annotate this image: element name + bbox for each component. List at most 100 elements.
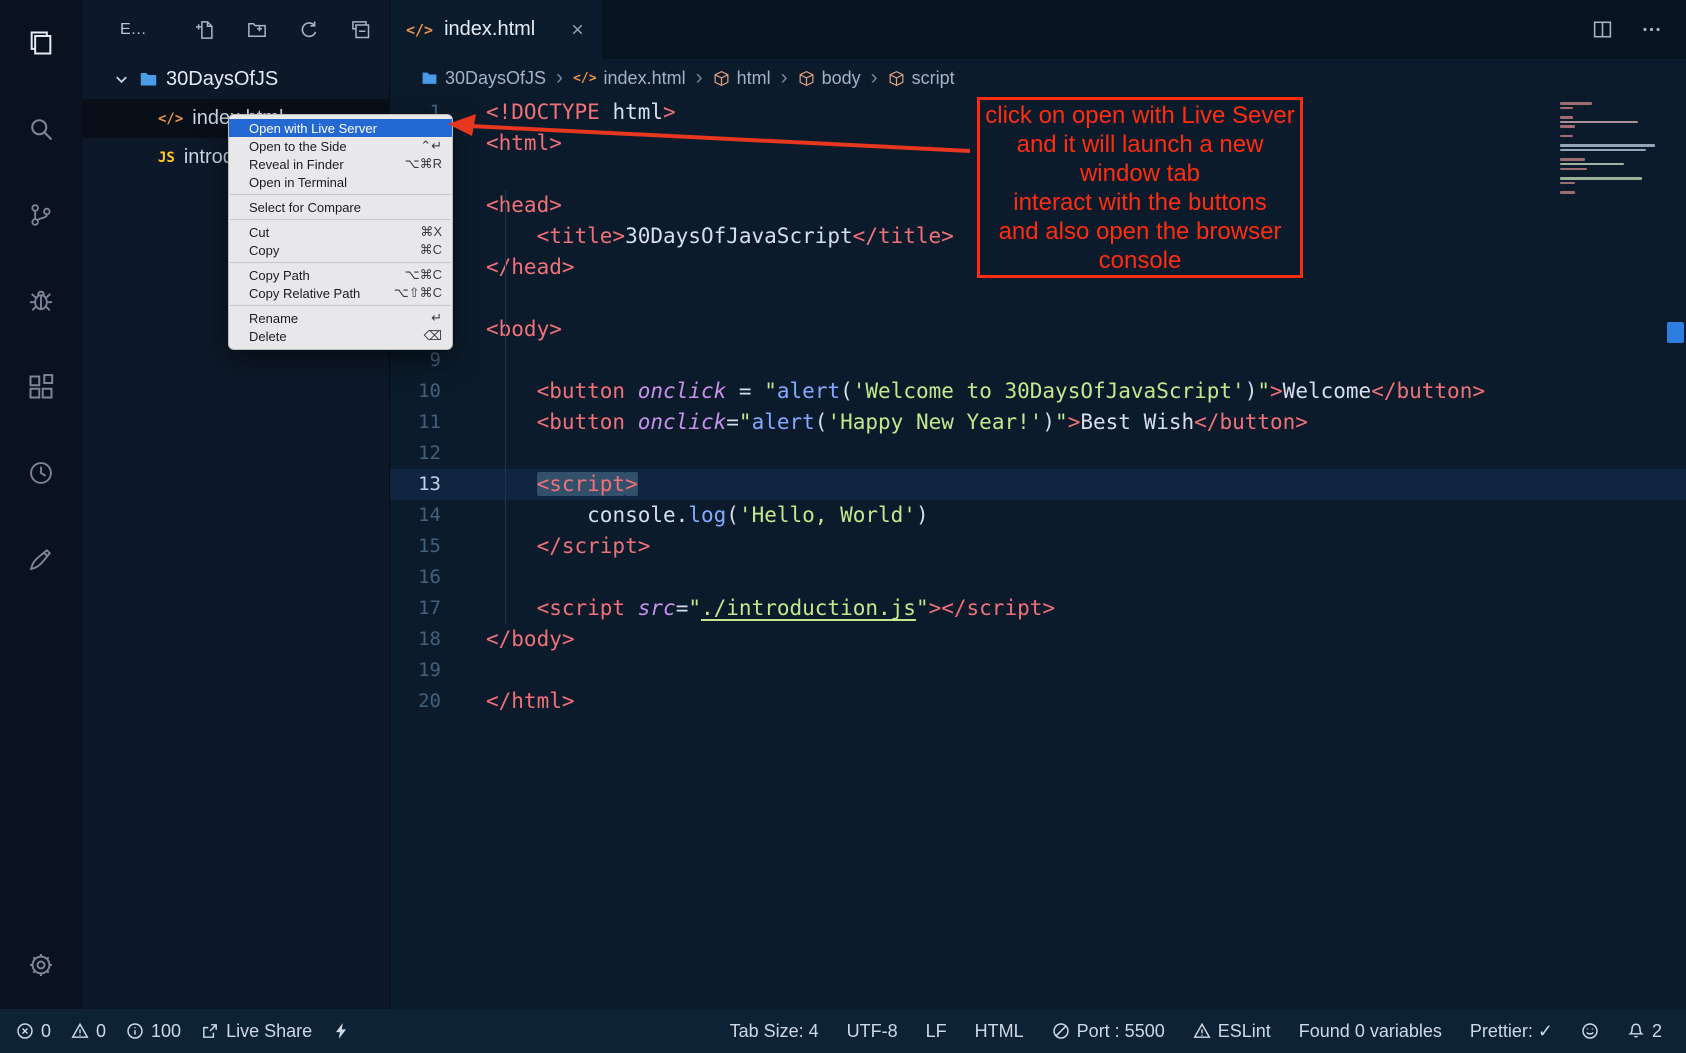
code-line-19[interactable]: 19 xyxy=(390,655,1686,686)
code-text[interactable]: <head> xyxy=(456,190,562,221)
status-smiley-icon[interactable] xyxy=(1581,1022,1599,1040)
breadcrumb-item-script[interactable]: script xyxy=(888,68,955,89)
code-text[interactable] xyxy=(456,345,486,376)
code-text[interactable] xyxy=(456,655,486,686)
menu-item-copy-relative-path[interactable]: Copy Relative Path⌥⇧⌘C xyxy=(229,284,452,302)
code-text[interactable]: console.log('Hello, World') xyxy=(456,500,929,531)
breadcrumb-item-index-html[interactable]: </>index.html xyxy=(573,68,686,89)
close-icon[interactable] xyxy=(569,21,586,38)
menu-item-select-for-compare[interactable]: Select for Compare xyxy=(229,198,452,216)
code-line-10[interactable]: 10 <button onclick = "alert('Welcome to … xyxy=(390,376,1686,407)
status-100[interactable]: 100 xyxy=(126,1021,181,1042)
clock-icon[interactable] xyxy=(17,449,65,497)
breadcrumb-item-html[interactable]: html xyxy=(713,68,771,89)
minimap[interactable] xyxy=(1560,102,1660,196)
breadcrumb-item-30daysofjs[interactable]: 30DaysOfJS xyxy=(421,68,546,89)
code-line-16[interactable]: 16 xyxy=(390,562,1686,593)
line-number[interactable]: 13 xyxy=(390,469,456,500)
status-lightning-icon[interactable] xyxy=(332,1022,350,1040)
status-0[interactable]: 0 xyxy=(71,1021,106,1042)
code-text[interactable] xyxy=(456,438,486,469)
folder-row-30daysofjs[interactable]: 30DaysOfJS xyxy=(82,59,389,99)
menu-item-copy-path[interactable]: Copy Path⌥⌘C xyxy=(229,266,452,284)
code-line-7[interactable]: 7 xyxy=(390,283,1686,314)
code-text[interactable] xyxy=(456,562,486,593)
line-number[interactable]: 15 xyxy=(390,531,456,562)
line-number[interactable]: 10 xyxy=(390,376,456,407)
menu-item-open-to-the-side[interactable]: Open to the Side⌃↵ xyxy=(229,137,452,155)
menu-item-delete[interactable]: Delete⌫ xyxy=(229,327,452,345)
status-found-0-variables[interactable]: Found 0 variables xyxy=(1299,1021,1442,1042)
line-number[interactable]: 19 xyxy=(390,655,456,686)
code-text[interactable]: <!DOCTYPE html> xyxy=(456,97,676,128)
code-text[interactable]: <body> xyxy=(456,314,562,345)
new-file-icon[interactable] xyxy=(195,20,215,40)
status-0[interactable]: 0 xyxy=(16,1021,51,1042)
code-text[interactable]: <button onclick = "alert('Welcome to 30D… xyxy=(456,376,1485,407)
line-number[interactable]: 16 xyxy=(390,562,456,593)
debug-icon[interactable] xyxy=(17,277,65,325)
status-eslint[interactable]: ESLint xyxy=(1193,1021,1271,1042)
code-line-15[interactable]: 15 </script> xyxy=(390,531,1686,562)
pen-icon[interactable] xyxy=(17,535,65,583)
source-control-icon[interactable] xyxy=(17,191,65,239)
code-text[interactable]: <script> xyxy=(456,469,638,500)
menu-item-cut[interactable]: Cut⌘X xyxy=(229,223,452,241)
status-port-5500[interactable]: Port : 5500 xyxy=(1052,1021,1165,1042)
line-number[interactable]: 12 xyxy=(390,438,456,469)
line-number[interactable]: 17 xyxy=(390,593,456,624)
annotation-text: click on open with Live Severand it will… xyxy=(985,101,1295,275)
code-text[interactable]: <title>30DaysOfJavaScript</title> xyxy=(456,221,954,252)
code-line-17[interactable]: 17 <script src="./introduction.js"></scr… xyxy=(390,593,1686,624)
status-lf[interactable]: LF xyxy=(926,1021,947,1042)
line-number[interactable]: 20 xyxy=(390,686,456,717)
extensions-icon[interactable] xyxy=(17,363,65,411)
status-tab-size-4[interactable]: Tab Size: 4 xyxy=(730,1021,819,1042)
status-live-share[interactable]: Live Share xyxy=(201,1021,312,1042)
code-line-8[interactable]: 8<body> xyxy=(390,314,1686,345)
port-icon xyxy=(1052,1022,1070,1040)
menu-item-open-with-live-server[interactable]: Open with Live Server xyxy=(229,119,452,137)
code-text[interactable]: <html> xyxy=(456,128,562,159)
status-utf-8[interactable]: UTF-8 xyxy=(847,1021,898,1042)
code-text[interactable] xyxy=(456,283,486,314)
code-text[interactable]: <script src="./introduction.js"></script… xyxy=(456,593,1055,624)
code-text[interactable]: </html> xyxy=(456,686,575,717)
code-line-13[interactable]: 13 <script> xyxy=(390,469,1686,500)
menu-item-reveal-in-finder[interactable]: Reveal in Finder⌥⌘R xyxy=(229,155,452,173)
line-number[interactable]: 14 xyxy=(390,500,456,531)
code-line-9[interactable]: 9 xyxy=(390,345,1686,376)
code-text[interactable]: </head> xyxy=(456,252,575,283)
folder-name: 30DaysOfJS xyxy=(166,68,278,91)
explorer-icon[interactable] xyxy=(17,19,65,67)
settings-gear-icon[interactable] xyxy=(17,941,65,989)
menu-item-rename[interactable]: Rename↵ xyxy=(229,309,452,327)
status-2[interactable]: 2 xyxy=(1627,1021,1662,1042)
menu-item-copy[interactable]: Copy⌘C xyxy=(229,241,452,259)
search-icon[interactable] xyxy=(17,105,65,153)
code-text[interactable] xyxy=(456,159,486,190)
status-bar: 00 100 Live Share Tab Size: 4 UTF-8 LF HTML Po… xyxy=(0,1009,1686,1053)
collapse-all-icon[interactable] xyxy=(351,20,371,40)
activity-bar xyxy=(0,0,82,1009)
new-folder-icon[interactable] xyxy=(247,20,267,40)
tab-index-html[interactable]: </> index.html xyxy=(390,0,602,59)
code-text[interactable]: <button onclick="alert('Happy New Year!'… xyxy=(456,407,1308,438)
split-editor-icon[interactable] xyxy=(1592,19,1613,40)
code-line-18[interactable]: 18</body> xyxy=(390,624,1686,655)
line-number[interactable]: 18 xyxy=(390,624,456,655)
menu-item-open-in-terminal[interactable]: Open in Terminal xyxy=(229,173,452,191)
code-line-20[interactable]: 20</html> xyxy=(390,686,1686,717)
more-actions-icon[interactable] xyxy=(1641,19,1662,40)
breadcrumb-item-body[interactable]: body xyxy=(798,68,861,89)
code-text[interactable]: </script> xyxy=(456,531,650,562)
status-prettier[interactable]: Prettier: ✓ xyxy=(1470,1021,1553,1042)
refresh-icon[interactable] xyxy=(299,20,319,40)
explorer-title: E… xyxy=(120,21,147,39)
code-text[interactable]: </body> xyxy=(456,624,575,655)
line-number[interactable]: 11 xyxy=(390,407,456,438)
code-line-14[interactable]: 14 console.log('Hello, World') xyxy=(390,500,1686,531)
code-line-11[interactable]: 11 <button onclick="alert('Happy New Yea… xyxy=(390,407,1686,438)
status-html[interactable]: HTML xyxy=(975,1021,1024,1042)
code-line-12[interactable]: 12 xyxy=(390,438,1686,469)
